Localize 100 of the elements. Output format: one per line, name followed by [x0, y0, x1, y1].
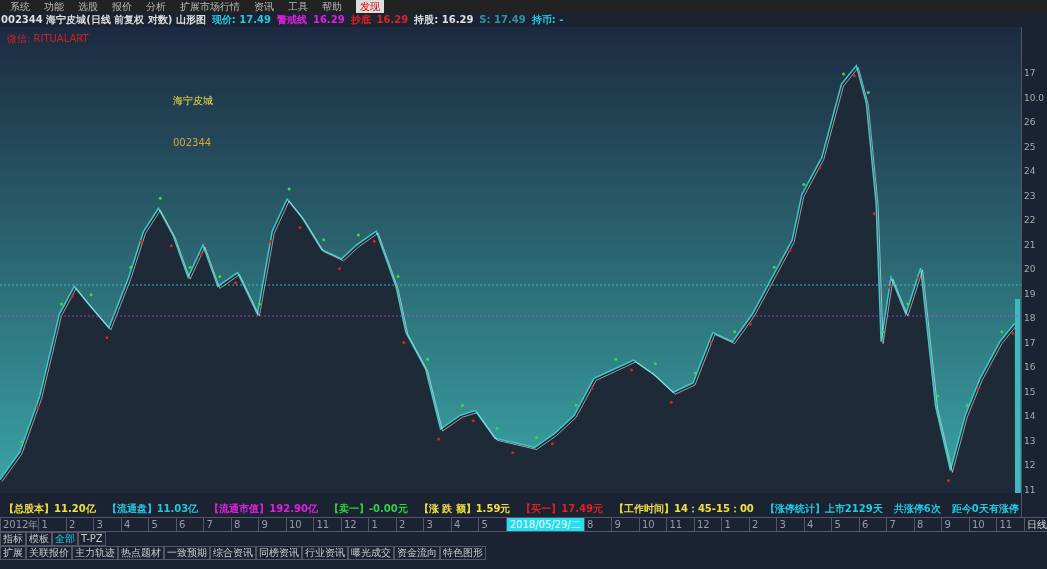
stat-text: 共涨停6次 — [893, 502, 941, 516]
stat-text: 【总股本】11.20亿 — [4, 502, 96, 516]
menu-item[interactable]: 发现 — [356, 0, 384, 13]
menu-item[interactable]: 报价 — [112, 0, 132, 13]
axis-label: 19 — [1024, 287, 1037, 301]
tab[interactable]: 特色图形 — [440, 546, 486, 560]
menu-item[interactable]: 分析 — [146, 0, 166, 13]
stat-text: 【流通市值】192.90亿 — [209, 502, 318, 516]
indicator-value: S: 17.49 — [479, 13, 526, 27]
stat-text: 【涨 跌 额】1.59元 — [418, 502, 511, 516]
time-tick: 4 — [803, 518, 832, 531]
axis-label: 22 — [1024, 214, 1037, 227]
tab[interactable]: 全部 — [52, 532, 78, 546]
tab[interactable]: T-PZ — [78, 532, 106, 546]
time-tick: 8 — [913, 518, 942, 531]
time-tick: 5 — [478, 518, 506, 531]
tab[interactable]: 一致预期 — [164, 546, 210, 560]
axis-label: 17 — [1024, 67, 1037, 80]
time-tick: 4 — [450, 518, 479, 531]
time-tick: 9 — [941, 518, 969, 531]
menu-item[interactable]: 系统 — [10, 0, 30, 13]
stat-text: 【买一】17.49元 — [521, 502, 603, 516]
time-tick: 2012年 — [0, 518, 39, 531]
tab[interactable]: 关联报价 — [26, 546, 72, 560]
menu-item[interactable]: 工具 — [288, 0, 308, 13]
indicator-value: 16.29 — [312, 13, 345, 27]
wechat-text: 微信: RITUALART — [7, 32, 89, 46]
indicator-value: 现价: 17.49 — [211, 13, 271, 27]
axis-label: 10.0 — [1024, 91, 1046, 105]
axis-label: 20 — [1024, 263, 1037, 276]
tab[interactable]: 扩展 — [0, 546, 26, 560]
tab[interactable]: 主力轨迹 — [72, 546, 118, 560]
axis-label: 13 — [1024, 434, 1037, 448]
time-tick: 9 — [258, 518, 286, 531]
menu-item[interactable]: 帮助 — [322, 0, 342, 13]
time-tick: 10 — [285, 518, 314, 531]
time-tick: 1 — [721, 518, 749, 531]
tab[interactable]: 模板 — [26, 532, 52, 546]
date-cursor: 2018/05/29/二 — [505, 518, 584, 531]
time-tick: 10 — [968, 518, 997, 531]
indicator-value: 持股: 16.29 — [414, 13, 474, 27]
axis-label: 21 — [1024, 238, 1037, 252]
time-tick: 11 — [313, 518, 341, 531]
axis-label: 23 — [1024, 189, 1037, 203]
time-tick: 9 — [611, 518, 639, 531]
chart-title: 002344 海宁皮城(日线 前复权 对数) 山形图 — [1, 13, 206, 27]
stat-text: 距今0天有涨停 — [951, 502, 1019, 516]
period-label[interactable]: 日线 — [1023, 518, 1047, 531]
axis-label: 14 — [1024, 410, 1037, 423]
time-tick: 1 — [368, 518, 396, 531]
time-tick: 12 — [340, 518, 369, 531]
axis-label: 26 — [1024, 116, 1037, 129]
menu-item[interactable]: 功能 — [44, 0, 64, 13]
time-tick: 3 — [776, 518, 804, 531]
time-tick: 7 — [886, 518, 914, 531]
time-tick: 2 — [395, 518, 424, 531]
time-tick: 12 — [693, 518, 722, 531]
time-tick: 2 — [65, 518, 94, 531]
time-tick: 8 — [583, 518, 612, 531]
menu-item[interactable]: 选股 — [78, 0, 98, 13]
axis-label: 18 — [1024, 312, 1037, 325]
stat-text: 【卖一】-0.00元 — [328, 502, 408, 516]
tab[interactable]: 曝光成交 — [348, 546, 394, 560]
time-tick: 5 — [148, 518, 176, 531]
tab[interactable]: 行业资讯 — [302, 546, 348, 560]
stat-text: 【流通盘】11.03亿 — [106, 502, 199, 516]
time-tick: 6 — [858, 518, 887, 531]
axis-label: 16 — [1024, 361, 1037, 374]
axis-label: 12 — [1024, 459, 1037, 472]
menu-item[interactable]: 扩展市场行情 — [180, 0, 240, 13]
axis-label: 11 — [1024, 483, 1037, 497]
menu-item[interactable]: 资讯 — [254, 0, 274, 13]
tab[interactable]: 综合资讯 — [210, 546, 256, 560]
stat-text: 【涨停统计】上市2129天 — [764, 502, 883, 516]
time-tick: 4 — [120, 518, 149, 531]
time-tick: 7 — [203, 518, 231, 531]
time-tick: 10 — [638, 518, 667, 531]
tab[interactable]: 资金流向 — [394, 546, 440, 560]
tab[interactable]: 热点题材 — [118, 546, 164, 560]
time-tick: 5 — [831, 518, 859, 531]
stat-text: 【工作时间】14：45-15：00 — [614, 502, 754, 516]
axis-label: 15 — [1024, 385, 1037, 399]
axis-label: 17 — [1024, 336, 1037, 350]
stock-name: 海宁皮城 — [173, 94, 213, 108]
indicator-value: 持币: - — [531, 13, 564, 27]
time-tick: 11 — [666, 518, 694, 531]
indicator-value: 警戒线 — [276, 13, 307, 27]
time-tick: 3 — [423, 518, 451, 531]
tab[interactable]: 同榜资讯 — [256, 546, 302, 560]
time-tick: 11 — [996, 518, 1024, 531]
time-tick: 8 — [230, 518, 259, 531]
time-tick: 3 — [93, 518, 121, 531]
time-tick: 1 — [38, 518, 66, 531]
indicator-value: 16.29 — [376, 13, 409, 27]
tab[interactable]: 指标 — [0, 532, 26, 546]
stock-code: 002344 — [173, 136, 212, 150]
time-tick: 6 — [175, 518, 204, 531]
axis-label: 25 — [1024, 140, 1037, 154]
axis-label: 24 — [1024, 165, 1037, 178]
indicator-value: 抄底 — [350, 13, 371, 27]
